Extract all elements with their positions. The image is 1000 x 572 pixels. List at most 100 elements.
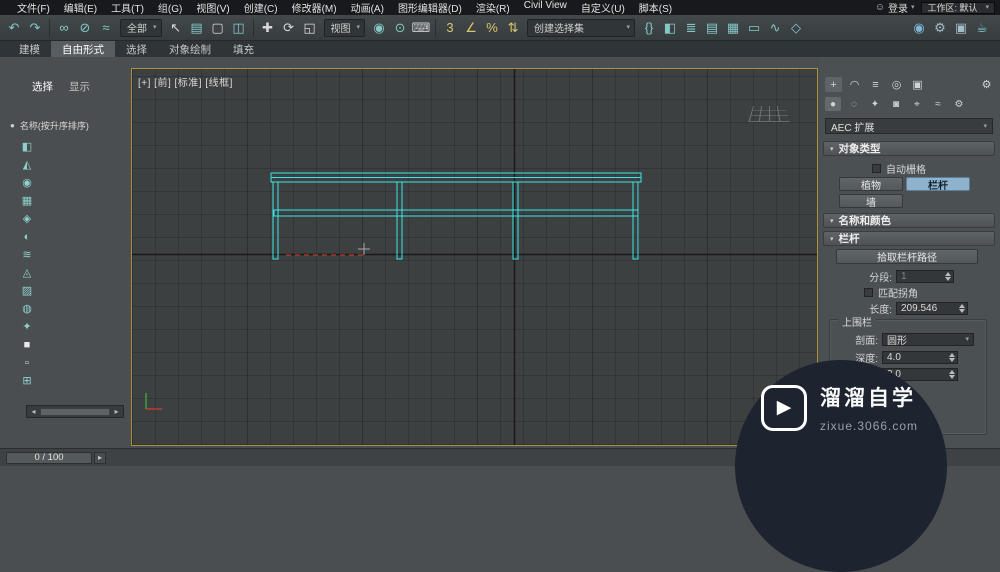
- select-and-move-icon[interactable]: ✚: [258, 18, 278, 38]
- shapes-category-icon[interactable]: ◌: [846, 97, 862, 111]
- panel-subtab-select[interactable]: 选择: [32, 79, 53, 94]
- freeform-tool-icon[interactable]: ◧: [18, 139, 36, 154]
- menu-item[interactable]: 自定义(U): [574, 0, 632, 15]
- select-and-rotate-icon[interactable]: ⟳: [279, 18, 299, 38]
- freeform-tool-icon[interactable]: ⊞: [18, 373, 36, 388]
- display-tab-icon[interactable]: ▣: [909, 77, 926, 92]
- rectangular-selection-region-icon[interactable]: ▢: [208, 18, 228, 38]
- freeform-tool-icon[interactable]: ≋: [18, 247, 36, 262]
- plant-button[interactable]: 植物: [839, 177, 903, 192]
- freeform-tool-icon[interactable]: ◭: [18, 157, 36, 172]
- spinner-arrows-icon[interactable]: [959, 304, 965, 313]
- ribbon-tab-object-paint[interactable]: 对象绘制: [158, 41, 222, 57]
- spinner-arrows-icon[interactable]: [949, 353, 955, 362]
- rendered-frame-window-icon[interactable]: ▣: [951, 18, 971, 38]
- modify-tab-icon[interactable]: ◠: [846, 77, 863, 92]
- layer-explorer-icon[interactable]: ▦: [723, 18, 743, 38]
- scrollbar-thumb[interactable]: [40, 407, 110, 416]
- segments-spinner[interactable]: 1: [896, 270, 954, 283]
- wall-button[interactable]: 墙: [839, 194, 903, 209]
- viewport-front[interactable]: [+] [前] [标准] [线框]: [131, 68, 818, 446]
- autogrid-checkbox[interactable]: 自动栅格: [872, 161, 926, 176]
- use-pivot-point-center-icon[interactable]: ◉: [369, 18, 389, 38]
- panel-subtab-display[interactable]: 显示: [69, 79, 90, 94]
- freeform-tool-icon[interactable]: ▦: [18, 193, 36, 208]
- curve-editor-icon[interactable]: ∿: [765, 18, 785, 38]
- freeform-tool-icon[interactable]: ◉: [18, 175, 36, 190]
- menu-item[interactable]: 脚本(S): [632, 0, 679, 15]
- freeform-tool-icon[interactable]: ◍: [18, 301, 36, 316]
- render-setup-icon[interactable]: ⚙: [930, 18, 950, 38]
- timeline-next-button[interactable]: ▸: [94, 451, 106, 464]
- reference-coordinate-dropdown[interactable]: 视图 ▾: [323, 18, 366, 37]
- profile-dropdown[interactable]: 圆形 ▾: [882, 333, 974, 347]
- ribbon-tab-selection[interactable]: 选择: [115, 41, 158, 57]
- select-and-scale-icon[interactable]: ◱: [300, 18, 320, 38]
- freeform-tool-icon[interactable]: ✦: [18, 319, 36, 334]
- login-button[interactable]: ☺ 登录 ▾: [875, 0, 915, 15]
- select-and-link-icon[interactable]: ∞: [54, 18, 74, 38]
- rollout-object-type[interactable]: ▾ 对象类型: [823, 141, 995, 156]
- menu-item[interactable]: 渲染(R): [469, 0, 517, 15]
- horizontal-scrollbar[interactable]: ◂ ▸: [26, 405, 124, 418]
- selection-filter-dropdown[interactable]: 全部 ▾: [120, 18, 162, 37]
- rollout-railing[interactable]: ▾ 栏杆: [823, 231, 995, 246]
- scroll-left-button[interactable]: ◂: [28, 407, 39, 416]
- ribbon-toggle-icon[interactable]: ▭: [744, 18, 764, 38]
- freeform-tool-icon[interactable]: ■: [18, 337, 36, 352]
- menu-item[interactable]: 视图(V): [189, 0, 236, 15]
- category-dropdown[interactable]: AEC 扩展 ▾: [825, 118, 993, 134]
- unlink-selection-icon[interactable]: ⊘: [75, 18, 95, 38]
- select-and-manipulate-icon[interactable]: ⊙: [390, 18, 410, 38]
- menu-item[interactable]: 图形编辑器(D): [391, 0, 469, 15]
- undo-icon[interactable]: ↶: [4, 18, 24, 38]
- menu-item[interactable]: 修改器(M): [285, 0, 344, 15]
- create-tab-icon[interactable]: +: [825, 77, 842, 92]
- snaps-toggle-3d-icon[interactable]: 3: [440, 18, 460, 38]
- spinner-arrows-icon[interactable]: [949, 370, 955, 379]
- material-editor-icon[interactable]: ◉: [909, 18, 929, 38]
- freeform-tool-icon[interactable]: ◐: [18, 229, 36, 244]
- menu-item[interactable]: 文件(F): [10, 0, 57, 15]
- depth-spinner[interactable]: 4.0: [882, 351, 958, 364]
- schematic-view-icon[interactable]: ◇: [786, 18, 806, 38]
- utilities-tab-icon[interactable]: ⚙: [978, 77, 995, 92]
- named-selection-sets-combo[interactable]: 创建选择集 ▾: [527, 18, 636, 37]
- pick-railing-path-button[interactable]: 拾取栏杆路径: [836, 249, 978, 264]
- mirror-icon[interactable]: ◧: [660, 18, 680, 38]
- menu-item[interactable]: 动画(A): [344, 0, 391, 15]
- ribbon-tab-freeform[interactable]: 自由形式: [51, 41, 115, 57]
- select-object-icon[interactable]: ↖: [166, 18, 186, 38]
- freeform-tool-icon[interactable]: ▨: [18, 283, 36, 298]
- align-icon[interactable]: ≣: [681, 18, 701, 38]
- scene-explorer-icon[interactable]: ▤: [702, 18, 722, 38]
- render-production-icon[interactable]: ☕: [972, 18, 992, 38]
- menu-item[interactable]: 工具(T): [104, 0, 151, 15]
- menu-item[interactable]: 创建(C): [237, 0, 285, 15]
- percent-snap-icon[interactable]: %: [482, 18, 502, 38]
- select-by-name-icon[interactable]: ▤: [187, 18, 207, 38]
- spinner-snap-icon[interactable]: ⇅: [503, 18, 523, 38]
- space-warps-category-icon[interactable]: ≈: [930, 97, 946, 111]
- cameras-category-icon[interactable]: ◙: [888, 97, 904, 111]
- geometry-category-icon[interactable]: ●: [825, 97, 841, 111]
- keyboard-shortcut-override-icon[interactable]: ⌨: [411, 18, 431, 38]
- ribbon-tab-modeling[interactable]: 建模: [8, 41, 51, 57]
- motion-tab-icon[interactable]: ◎: [888, 77, 905, 92]
- menu-item[interactable]: 组(G): [151, 0, 189, 15]
- menu-item[interactable]: 编辑(E): [57, 0, 104, 15]
- scroll-right-button[interactable]: ▸: [111, 407, 122, 416]
- helpers-category-icon[interactable]: ⌖: [909, 97, 925, 111]
- length-spinner[interactable]: 209.546: [896, 302, 968, 315]
- sort-row[interactable]: ● 名称(按升序排序): [10, 119, 89, 132]
- lights-category-icon[interactable]: ✦: [867, 97, 883, 111]
- edit-named-selection-sets-icon[interactable]: {}: [639, 18, 659, 38]
- workspace-selector[interactable]: 工作区: 默认 ▾: [921, 1, 995, 14]
- menu-item[interactable]: Civil View: [517, 0, 574, 15]
- hierarchy-tab-icon[interactable]: ≡: [867, 77, 884, 92]
- redo-icon[interactable]: ↷: [25, 18, 45, 38]
- spinner-arrows-icon[interactable]: [945, 272, 951, 281]
- angle-snap-icon[interactable]: ∠: [461, 18, 481, 38]
- rollout-name-and-color[interactable]: ▾ 名称和颜色: [823, 213, 995, 228]
- railing-button[interactable]: 栏杆: [906, 177, 970, 192]
